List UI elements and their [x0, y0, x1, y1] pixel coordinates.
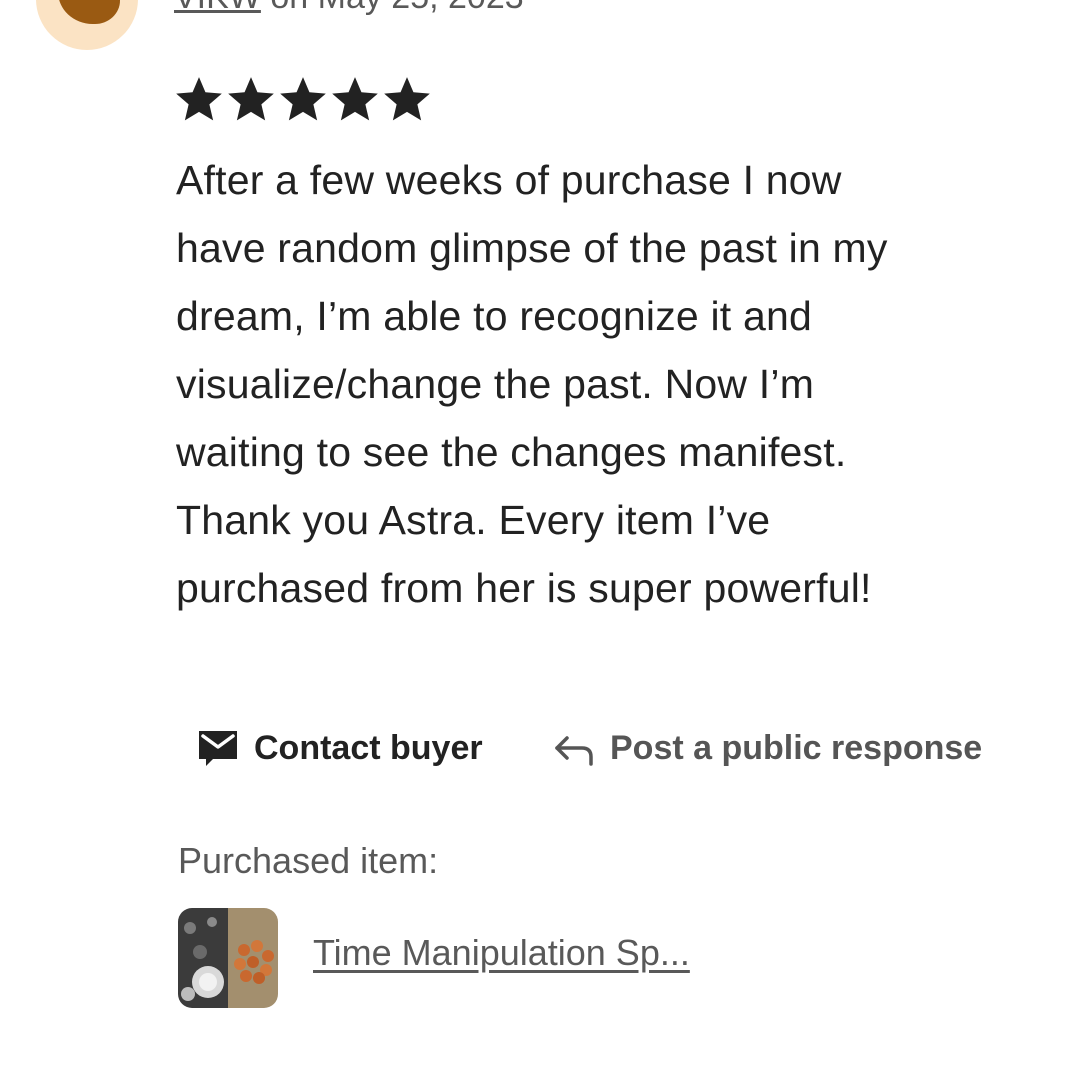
reviewer-name[interactable]: VIKW	[174, 0, 261, 16]
item-thumbnail[interactable]	[178, 908, 278, 1008]
review-line: waiting to see the changes manifest.	[176, 429, 847, 475]
review-line: dream, I’m able to recognize it and	[176, 293, 812, 339]
reviewer-line: VIKW on May 25, 2023	[174, 0, 524, 17]
review-line: Thank you Astra. Every item I’ve	[176, 497, 771, 543]
purchased-item-link[interactable]: Time Manipulation Sp...	[313, 932, 690, 974]
purchased-item-label: Purchased item:	[178, 840, 439, 881]
mail-icon	[196, 728, 240, 768]
reply-arrow-icon	[552, 728, 596, 768]
contact-buyer-button[interactable]: Contact buyer	[196, 728, 483, 768]
post-public-response-button[interactable]: Post a public response	[552, 728, 982, 768]
star-icon	[176, 77, 222, 121]
star-icon	[332, 77, 378, 121]
contact-buyer-label: Contact buyer	[254, 728, 483, 767]
star-icon	[228, 77, 274, 121]
review-line: have random glimpse of the past in my	[176, 225, 888, 271]
star-rating	[174, 74, 432, 124]
avatar-image	[58, 0, 120, 24]
review-date: on May 25, 2023	[261, 0, 523, 16]
star-icon	[280, 77, 326, 121]
review-line: purchased from her is super powerful!	[176, 565, 872, 611]
review-line: visualize/change the past. Now I’m	[176, 361, 815, 407]
review-text: After a few weeks of purchase I now have…	[176, 146, 1046, 622]
post-public-response-label: Post a public response	[610, 728, 983, 767]
star-icon	[384, 77, 430, 121]
avatar[interactable]	[36, 0, 138, 50]
review-line: After a few weeks of purchase I now	[176, 157, 842, 203]
